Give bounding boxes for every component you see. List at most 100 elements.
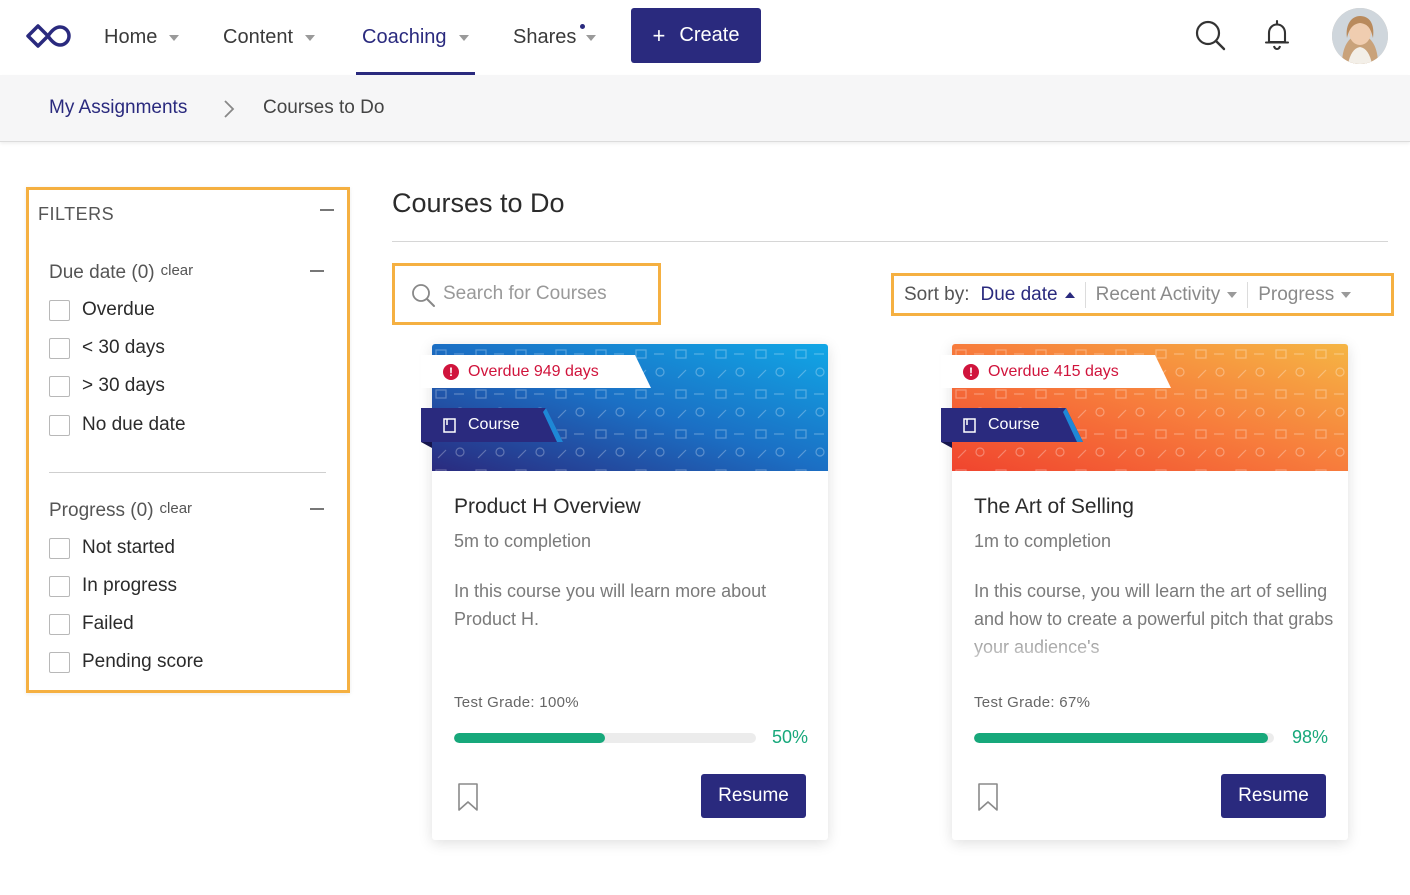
search-input[interactable]: [443, 276, 648, 312]
filter-over-30-days-label: > 30 days: [82, 375, 165, 396]
progress-percent: 98%: [1291, 727, 1328, 747]
chevron-down-icon: [305, 34, 316, 41]
chevron-down-icon: [458, 34, 469, 41]
nav-content[interactable]: Content: [223, 0, 316, 75]
overdue-badge: ! Overdue 415 days: [941, 355, 1171, 388]
nav-shares[interactable]: Shares: [513, 0, 597, 75]
course-type-badge: Course: [421, 408, 563, 448]
bell-icon[interactable]: [1260, 18, 1294, 52]
course-type-label: Course: [988, 416, 1040, 433]
nav-home-label: Home: [104, 26, 158, 48]
resume-button[interactable]: Resume: [1221, 774, 1326, 818]
sort-due-date-label: Due date: [980, 283, 1058, 305]
alert-icon: !: [963, 363, 979, 380]
resume-button[interactable]: Resume: [701, 774, 806, 818]
checkbox[interactable]: [49, 575, 70, 597]
overdue-badge: ! Overdue 949 days: [421, 355, 651, 388]
progress-clear-link[interactable]: clear: [160, 500, 193, 517]
nav-content-label: Content: [223, 26, 294, 48]
filter-pending-score[interactable]: Pending score: [49, 651, 203, 673]
collapse-progress-icon[interactable]: [310, 508, 324, 510]
breadcrumb-my-assignments[interactable]: My Assignments: [49, 97, 187, 119]
progress-bar: [974, 733, 1274, 743]
page-title: Courses to Do: [392, 188, 565, 218]
course-duration: 1m to completion: [974, 531, 1112, 551]
test-grade: Test Grade: 100%: [454, 694, 579, 711]
nav-coaching[interactable]: Coaching: [356, 0, 475, 75]
filter-no-due-date-label: No due date: [82, 414, 186, 435]
course-card[interactable]: ! Overdue 949 days Course Product H Overv…: [421, 344, 828, 840]
course-type-badge: Course: [941, 408, 1083, 448]
top-navigation: Home Content Coaching Shares + Create: [0, 0, 1410, 75]
filter-in-progress-label: In progress: [82, 575, 178, 596]
title-divider: [392, 241, 1388, 242]
course-description: In this course, you will learn the art o…: [974, 581, 1334, 657]
progress-bar: [454, 733, 756, 743]
sort-separator: [1247, 281, 1249, 308]
checkbox[interactable]: [49, 337, 70, 359]
bookmark-icon[interactable]: [977, 782, 999, 812]
filter-no-due-date[interactable]: No due date: [49, 414, 186, 436]
checkbox[interactable]: [49, 651, 70, 673]
breadcrumb: My Assignments Courses to Do: [0, 75, 1410, 142]
sort-separator: [1084, 281, 1086, 308]
breadcrumb-current: Courses to Do: [263, 97, 385, 118]
progress-group-title: Progress (0) clear: [49, 500, 192, 522]
filter-failed-label: Failed: [82, 613, 134, 634]
sort-bar: Sort by: Due date Recent Activity Progre…: [891, 273, 1394, 316]
filter-failed[interactable]: Failed: [49, 613, 134, 635]
create-button-label: Create: [679, 24, 740, 46]
test-grade: Test Grade: 67%: [974, 694, 1091, 711]
logo-infinity-icon[interactable]: [24, 21, 72, 51]
filter-overdue-label: Overdue: [82, 299, 155, 320]
bookmark-icon[interactable]: [457, 782, 479, 812]
due-date-clear-link[interactable]: clear: [161, 262, 194, 279]
progress-fill: [454, 733, 605, 743]
checkbox[interactable]: [49, 299, 70, 321]
filters-panel: FILTERS Due date (0) clear Overdue < 30 d…: [26, 187, 350, 693]
course-title[interactable]: The Art of Selling: [974, 495, 1134, 519]
course-type-label: Course: [468, 416, 520, 433]
nav-shares-label: Shares: [513, 26, 577, 48]
overdue-text: Overdue 949 days: [468, 362, 599, 380]
progress-fill: [974, 733, 1268, 743]
book-icon: [443, 417, 456, 433]
checkbox[interactable]: [49, 613, 70, 635]
create-button[interactable]: + Create: [631, 8, 761, 63]
checkbox[interactable]: [49, 537, 70, 559]
filter-over-30-days[interactable]: > 30 days: [49, 375, 165, 397]
filter-pending-score-label: Pending score: [82, 651, 204, 672]
chevron-down-icon: [1341, 291, 1352, 298]
chevron-down-icon: [586, 34, 597, 41]
sort-label: Sort by:: [904, 283, 970, 305]
course-search: [392, 263, 661, 325]
filter-in-progress[interactable]: In progress: [49, 575, 177, 597]
sort-progress-label: Progress: [1258, 283, 1335, 305]
sort-recent-activity[interactable]: Recent Activity: [1096, 276, 1238, 313]
nav-home[interactable]: Home: [104, 0, 180, 75]
checkbox[interactable]: [49, 414, 70, 436]
course-card[interactable]: ! Overdue 415 days Course The Art of Sell…: [941, 344, 1348, 840]
due-date-title-text: Due date (0): [49, 262, 155, 283]
search-icon[interactable]: [1193, 18, 1227, 52]
collapse-due-date-icon[interactable]: [310, 270, 324, 272]
collapse-filters-icon[interactable]: [320, 209, 334, 211]
course-description: In this course you will learn more about…: [454, 581, 767, 629]
avatar[interactable]: [1332, 8, 1388, 64]
course-title[interactable]: Product H Overview: [454, 495, 641, 519]
sort-ascending-icon: [1064, 291, 1075, 298]
filter-divider: [49, 472, 326, 473]
book-icon: [963, 417, 976, 433]
sort-progress[interactable]: Progress: [1258, 276, 1352, 313]
chevron-down-icon: [169, 34, 180, 41]
filters-title: FILTERS: [38, 204, 115, 224]
filter-overdue[interactable]: Overdue: [49, 299, 155, 321]
sort-recent-activity-label: Recent Activity: [1095, 283, 1221, 305]
overdue-text: Overdue 415 days: [988, 362, 1119, 380]
notification-dot: [580, 24, 585, 29]
filter-not-started[interactable]: Not started: [49, 537, 175, 559]
filter-under-30-days[interactable]: < 30 days: [49, 337, 165, 359]
checkbox[interactable]: [49, 375, 70, 397]
sort-due-date[interactable]: Due date: [980, 276, 1075, 313]
chevron-down-icon: [1227, 291, 1238, 298]
